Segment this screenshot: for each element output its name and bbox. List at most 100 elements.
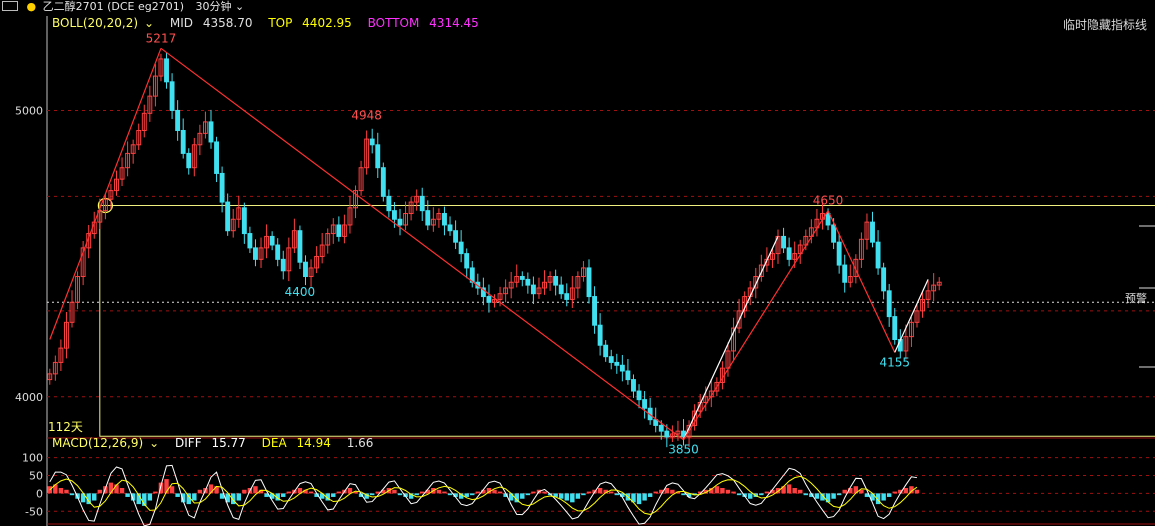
pivot-label: 3850 [668, 443, 699, 457]
candle-body [592, 296, 598, 326]
macd-dea-label: DEA [261, 436, 287, 450]
macd-histogram-bar [470, 493, 475, 496]
macd-histogram-bar [420, 491, 425, 494]
candle-body [453, 230, 459, 243]
macd-histogram-bar [236, 493, 242, 501]
macd-histogram-bar [670, 489, 675, 494]
candle-body [586, 267, 592, 298]
candle-body [619, 364, 625, 372]
macd-histogram-bar [169, 486, 175, 494]
macd-histogram-bar [447, 493, 453, 496]
candle-body [608, 356, 614, 363]
boll-mid-value: 4358.70 [202, 16, 253, 30]
macd-histogram-bar [764, 491, 770, 494]
macd-histogram-bar [831, 493, 836, 499]
macd-histogram-bar [97, 489, 103, 494]
candle-body [836, 241, 842, 266]
macd-histogram-bar [497, 491, 503, 494]
range-box [99, 205, 1155, 437]
macd-histogram-bar [397, 493, 403, 496]
macd-histogram-bar [636, 493, 642, 505]
candle-body [892, 316, 898, 341]
pivot-label: 5217 [146, 31, 177, 45]
macd-histogram-bar [442, 491, 447, 494]
candle-body [658, 424, 664, 432]
candle-body [831, 224, 837, 243]
candle-body [386, 195, 392, 212]
candle-body [881, 267, 887, 292]
candle-body [375, 144, 381, 169]
macd-histogram-bar [492, 489, 497, 494]
candle-body [486, 296, 492, 303]
macd-histogram-bar [214, 486, 219, 494]
macd-histogram-bar [369, 493, 375, 496]
candle-body [825, 213, 831, 226]
candle-body [297, 230, 303, 263]
macd-histogram-bar [581, 493, 586, 496]
hide-indicator-lines-button[interactable]: 临时隐藏指标线 [1063, 16, 1147, 33]
candle-body [447, 224, 453, 232]
macd-diff-value: 15.77 [211, 436, 246, 450]
macd-dea-value: 14.94 [296, 436, 331, 450]
candle-body [603, 344, 609, 358]
macd-histogram-bar [642, 493, 647, 501]
macd-selector[interactable]: MACD(12,26,9) ⌄ [52, 436, 165, 450]
macd-histogram-bar [803, 493, 809, 496]
macd-histogram-bar [609, 491, 614, 494]
chevron-down-icon: ⌄ [235, 0, 245, 13]
candle-body [180, 129, 186, 154]
candle-body [169, 81, 175, 111]
macd-histogram-bar [64, 489, 69, 494]
trend-line [49, 48, 162, 340]
candle-body [280, 258, 286, 272]
candle-body [419, 195, 425, 212]
period-selector[interactable]: 30分钟 ⌄ [196, 0, 245, 13]
candle-body [303, 261, 308, 278]
candle-body [397, 218, 403, 226]
macd-histogram-bar [336, 491, 342, 494]
macd-histogram-bar [786, 484, 792, 494]
candle-body [530, 284, 536, 295]
candle-body [275, 244, 281, 260]
candle-body [870, 221, 875, 243]
macd-histogram-bar [125, 493, 130, 497]
macd-histogram-bar [92, 493, 97, 501]
candle-body [380, 167, 386, 197]
boll-top-value: 4402.95 [302, 16, 352, 30]
macd-histogram-bar [147, 493, 153, 501]
status-dot-icon: ● [26, 0, 37, 13]
candle-body [553, 276, 559, 286]
macd-histogram-bar [792, 488, 797, 494]
candle-body [631, 379, 636, 392]
pivot-label: 4400 [285, 285, 316, 299]
macd-histogram-bar [197, 489, 203, 494]
candle-body [525, 278, 531, 286]
macd-histogram-bar [58, 488, 64, 494]
macd-histogram-bar [736, 493, 742, 496]
macd-tick-label: 0 [36, 487, 43, 500]
boll-bottom-value: 4314.45 [429, 16, 479, 30]
macd-histogram-bar [286, 491, 292, 494]
candle-body [636, 390, 642, 401]
candle-body [642, 399, 648, 409]
candle-body [219, 172, 225, 203]
macd-histogram-bar [720, 488, 725, 494]
candle-body [442, 213, 447, 226]
macd-histogram-bar [586, 491, 592, 494]
macd-indicator-bar: MACD(12,26,9) ⌄ DIFF 15.77 DEA 14.94 1.66 [52, 436, 379, 450]
candle-body [175, 109, 181, 131]
macd-histogram-bar [564, 493, 569, 501]
macd-dea-line [49, 475, 918, 515]
boll-selector[interactable]: BOLL(20,20,2) ⌄ [52, 16, 160, 30]
macd-histogram-bar [647, 493, 653, 497]
candle-body [842, 264, 848, 283]
window-restore-icon[interactable] [2, 1, 18, 11]
price-tick-label: 4000 [15, 391, 43, 404]
candle-body [458, 241, 464, 255]
candle-body [425, 210, 431, 226]
alert-label[interactable]: 预警 [1125, 290, 1147, 306]
macd-histogram-bar [747, 493, 753, 499]
instrument-name[interactable]: 乙二醇2701 (DCE eg2701) [43, 0, 184, 13]
macd-histogram-bar [597, 488, 603, 494]
macd-histogram-bar [842, 489, 847, 494]
